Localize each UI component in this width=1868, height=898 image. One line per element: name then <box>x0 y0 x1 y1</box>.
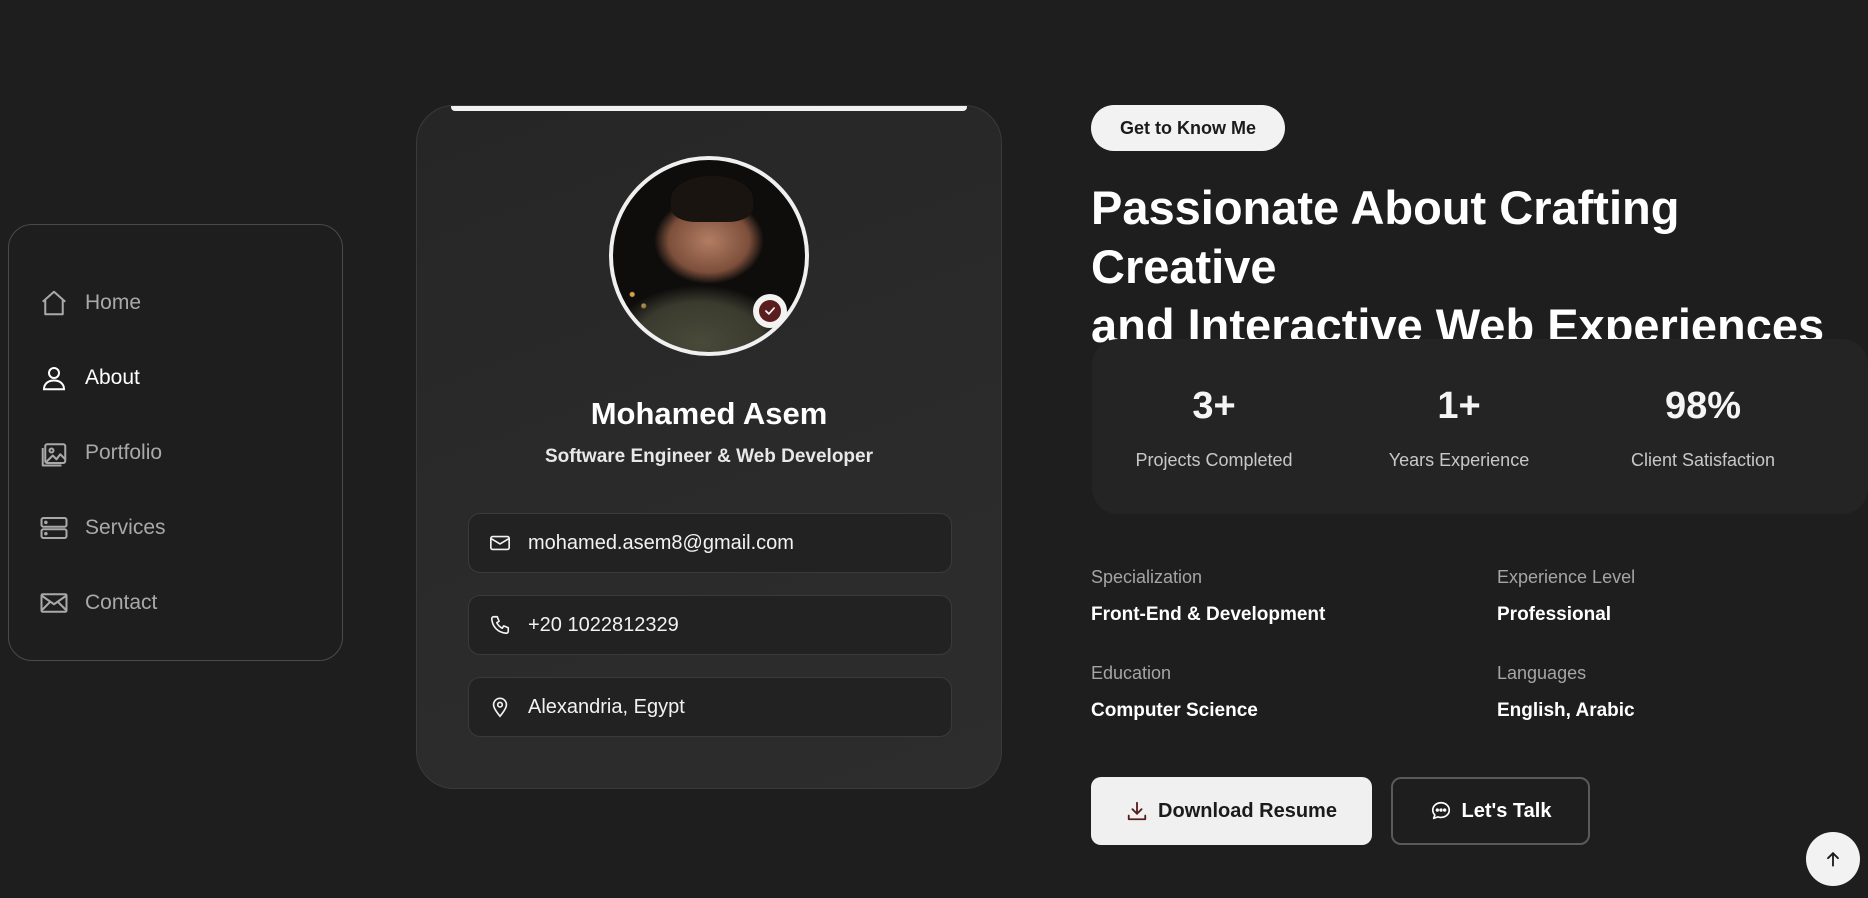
home-icon <box>39 288 69 318</box>
card-accent-line <box>451 106 967 111</box>
image-icon <box>39 438 69 468</box>
sidebar-item-label: Home <box>85 290 142 314</box>
phone-row[interactable]: +20 1022812329 <box>468 595 952 655</box>
phone-icon <box>489 614 511 636</box>
download-resume-button[interactable]: Download Resume <box>1091 777 1372 845</box>
scroll-to-top-button[interactable] <box>1806 832 1860 886</box>
profile-role: Software Engineer & Web Developer <box>544 446 873 467</box>
headline-line-1: Passionate About Crafting Creative <box>1091 181 1680 293</box>
sidebar-item-label: Services <box>85 515 166 539</box>
lets-talk-label: Let's Talk <box>1461 799 1552 822</box>
sidebar-item-portfolio[interactable]: Portfolio <box>9 415 342 490</box>
user-icon <box>39 363 69 393</box>
detail-key: Languages <box>1497 663 1587 683</box>
detail-key: Education <box>1091 663 1172 683</box>
stat-label: Years Experience <box>1388 450 1530 470</box>
phone-text: +20 1022812329 <box>528 613 679 636</box>
arrow-up-icon <box>1823 849 1843 869</box>
download-icon <box>1126 800 1148 822</box>
check-icon <box>759 300 781 322</box>
detail-value: Professional <box>1497 604 1612 625</box>
detail-value: English, Arabic <box>1497 700 1635 721</box>
mail-icon <box>489 532 511 554</box>
detail-value: Computer Science <box>1091 700 1258 721</box>
sidebar-item-label: Portfolio <box>85 440 163 464</box>
sidebar-item-contact[interactable]: Contact <box>9 565 342 640</box>
detail-value: Front-End & Development <box>1091 604 1326 625</box>
sidebar-item-about[interactable]: About <box>9 340 342 415</box>
stat-label: Client Satisfaction <box>1630 450 1776 470</box>
detail-experience-level: Experience Level Professional <box>1497 567 1635 626</box>
chat-bubble-icon <box>1430 800 1452 822</box>
sidebar-item-services[interactable]: Services <box>9 490 342 565</box>
detail-education: Education Computer Science <box>1091 663 1258 722</box>
detail-languages: Languages English, Arabic <box>1497 663 1635 722</box>
location-row[interactable]: Alexandria, Egypt <box>468 677 952 737</box>
avatar-hair <box>671 176 753 222</box>
lets-talk-button[interactable]: Let's Talk <box>1391 777 1590 845</box>
page-title: Passionate About Crafting Creative and I… <box>1091 178 1861 355</box>
stat-value: 3+ <box>1192 385 1236 427</box>
avatar <box>609 156 809 356</box>
sidebar-nav: Home About Portfolio Services Contact <box>8 224 343 661</box>
detail-key: Experience Level <box>1497 567 1636 587</box>
verified-badge <box>753 294 787 328</box>
stat-value: 98% <box>1664 385 1742 427</box>
profile-name: Mohamed Asem <box>590 396 828 431</box>
stats-panel: 3+ Projects Completed 1+ Years Experienc… <box>1092 339 1868 514</box>
sidebar-item-label: About <box>85 365 140 389</box>
stat-projects: 3+ Projects Completed <box>1092 339 1336 514</box>
location-pin-icon <box>489 696 511 718</box>
mail-icon <box>39 588 69 618</box>
stat-label: Projects Completed <box>1135 450 1293 470</box>
profile-card: Mohamed Asem Software Engineer & Web Dev… <box>416 105 1002 789</box>
detail-key: Specialization <box>1091 567 1203 587</box>
get-to-know-me-badge[interactable]: Get to Know Me <box>1091 105 1285 151</box>
email-text: mohamed.asem8@gmail.com <box>528 531 794 554</box>
stat-value: 1+ <box>1437 385 1481 427</box>
email-row[interactable]: mohamed.asem8@gmail.com <box>468 513 952 573</box>
location-text: Alexandria, Egypt <box>528 695 685 718</box>
server-icon <box>39 513 69 543</box>
download-resume-label: Download Resume <box>1158 799 1337 822</box>
sidebar-item-label: Contact <box>85 590 158 614</box>
detail-specialization: Specialization Front-End & Development <box>1091 567 1325 626</box>
stat-years: 1+ Years Experience <box>1337 339 1581 514</box>
stat-satisfaction: 98% Client Satisfaction <box>1581 339 1825 514</box>
sidebar-item-home[interactable]: Home <box>9 265 342 340</box>
